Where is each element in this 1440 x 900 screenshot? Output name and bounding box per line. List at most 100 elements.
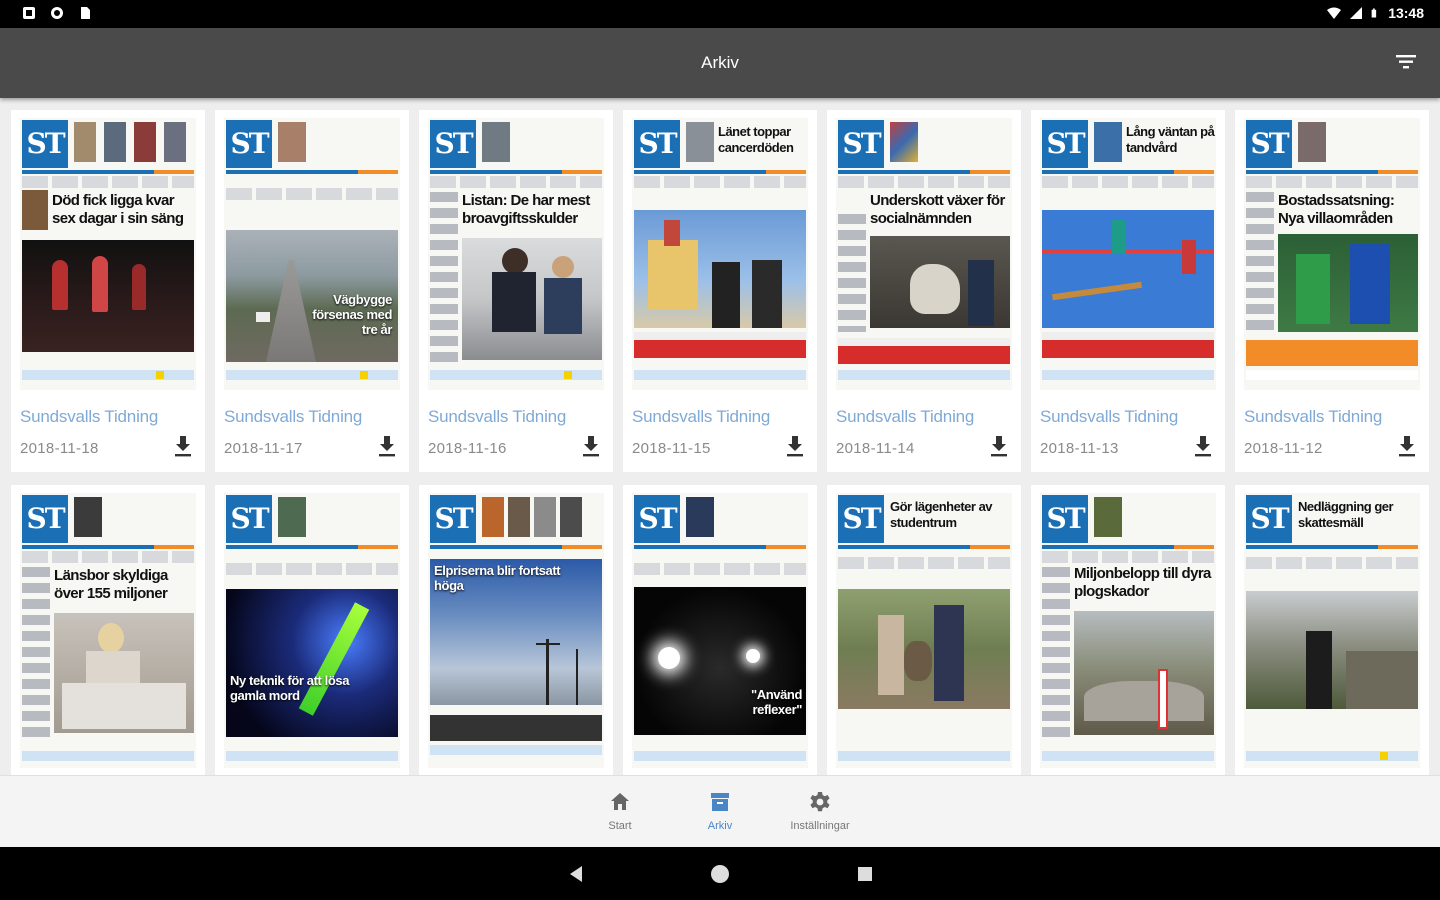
teaser-image	[74, 497, 102, 537]
issue-card[interactable]: ST Död fick ligga kvar sex dagar i sin s…	[11, 110, 205, 472]
teaser-image	[508, 497, 530, 537]
issue-cover[interactable]: ST Nedläggning ger skattesmäll	[1244, 493, 1420, 768]
teaser-image	[686, 497, 714, 537]
publication-name: Sundsvalls Tidning	[20, 407, 159, 426]
photo: Ny teknik för att lösa gamla mord	[226, 589, 398, 737]
teaser-image	[278, 122, 306, 162]
download-icon[interactable]	[1397, 435, 1417, 457]
download-icon[interactable]	[1193, 435, 1213, 457]
issue-headline: Död fick ligga kvar sex dagar i sin säng	[52, 192, 184, 227]
issue-card[interactable]: ST Ny teknik för att lösa gamla mord	[215, 485, 409, 775]
footer-strip	[226, 751, 398, 761]
download-icon[interactable]	[989, 435, 1009, 457]
issue-cover[interactable]: ST Ny teknik för att lösa gamla mord	[224, 493, 400, 768]
top-teaser: Länet toppar cancerdöden	[718, 124, 794, 155]
issue-cover[interactable]: ST Miljonbelopp till dyra plogskador	[1040, 493, 1216, 768]
issue-cover[interactable]: ST Död fick ligga kvar sex dagar i sin s…	[20, 118, 196, 390]
issue-cover[interactable]: ST Underskott växer för socialnämnden	[836, 118, 1012, 390]
issue-date: 2018-11-15	[632, 440, 711, 457]
ad-banner	[838, 338, 1010, 364]
nav-arkiv[interactable]: Arkiv	[670, 790, 770, 832]
issue-card[interactable]: ST Lång väntan på tandvård Sundsvalls Ti…	[1031, 110, 1225, 472]
puff-row	[1042, 176, 1214, 188]
issue-card[interactable]: ST "Använd reflexer"	[623, 485, 817, 775]
sd-card-icon	[81, 7, 90, 19]
issue-date: 2018-11-16	[428, 440, 507, 457]
download-icon[interactable]	[785, 435, 805, 457]
issue-cover[interactable]: ST Länet toppar cancerdöden	[632, 118, 808, 390]
issue-card[interactable]: ST Nedläggning ger skattesmäll	[1235, 485, 1429, 775]
issue-cover[interactable]: ST "Använd reflexer"	[632, 493, 808, 768]
masthead-rule	[634, 170, 806, 174]
teaser-image	[534, 497, 556, 537]
issue-card[interactable]: ST Vägbygge försenas med tre år Sundsval…	[215, 110, 409, 472]
side-column	[430, 192, 458, 362]
photo	[54, 613, 194, 733]
download-icon[interactable]	[173, 435, 193, 457]
teaser-image	[164, 122, 186, 162]
issue-card[interactable]: ST Miljonbelopp till dyra plogskador	[1031, 485, 1225, 775]
teaser-image	[104, 122, 126, 162]
photo	[1246, 591, 1418, 709]
issue-cover[interactable]: ST Listan: De har mest broavgiftsskulder	[428, 118, 604, 390]
nav-start[interactable]: Start	[570, 790, 670, 832]
download-icon[interactable]	[581, 435, 601, 457]
issue-card[interactable]: ST Listan: De har mest broavgiftsskulder…	[419, 110, 613, 472]
issue-card[interactable]: ST Länet toppar cancerdöden Sundsvalls T…	[623, 110, 817, 472]
issue-cover[interactable]: ST Lång väntan på tandvård	[1040, 118, 1216, 390]
photo	[462, 238, 602, 360]
recents-icon[interactable]	[853, 862, 877, 886]
masthead-logo: ST	[22, 120, 68, 168]
issue-cover[interactable]: ST Vägbygge försenas med tre år	[224, 118, 400, 390]
footer-strip	[1042, 370, 1214, 380]
footer-strip	[430, 745, 602, 755]
back-icon[interactable]	[564, 862, 588, 886]
photo-caption: Elpriserna blir fortsatt höga	[434, 563, 561, 593]
footer-strip	[838, 370, 1010, 380]
masthead-logo: ST	[1042, 120, 1088, 168]
issue-date: 2018-11-13	[1040, 440, 1119, 457]
archive-grid: ST Död fick ligga kvar sex dagar i sin s…	[11, 110, 1431, 775]
masthead-rule	[22, 545, 194, 549]
puff-row	[634, 563, 806, 575]
home-button-icon[interactable]	[708, 862, 732, 886]
photo: "Använd reflexer"	[634, 587, 806, 735]
publication-name: Sundsvalls Tidning	[428, 407, 567, 426]
issue-card[interactable]: ST Länsbor skyldiga över 155 miljoner	[11, 485, 205, 775]
photo	[870, 236, 1010, 328]
side-column	[1246, 192, 1274, 332]
issue-cover[interactable]: ST Länsbor skyldiga över 155 miljoner	[20, 493, 196, 768]
masthead-rule	[1246, 545, 1418, 549]
top-teaser: Nedläggning ger skattesmäll	[1298, 499, 1394, 530]
issue-card[interactable]: ST Gör lägenheter av studentrum	[827, 485, 1021, 775]
issue-cover[interactable]: ST Elpriserna blir fortsatt höga	[428, 493, 604, 768]
puff-row	[838, 176, 1010, 188]
issue-cover[interactable]: ST Gör lägenheter av studentrum	[836, 493, 1012, 768]
masthead-logo: ST	[430, 120, 476, 168]
puff-row	[22, 551, 194, 563]
masthead-rule	[634, 545, 806, 549]
puff-row	[1246, 176, 1418, 188]
issue-headline: Underskott växer för socialnämnden	[870, 192, 1005, 227]
system-navigation-bar	[0, 847, 1440, 900]
footer-strip	[226, 370, 398, 380]
masthead-logo: ST	[634, 120, 680, 168]
top-teaser: Lång väntan på tandvård	[1126, 124, 1215, 155]
status-time: 13:48	[1388, 5, 1424, 21]
nav-settings[interactable]: Inställningar	[770, 790, 870, 832]
teaser-image	[482, 122, 510, 162]
puff-row	[1042, 551, 1214, 563]
issue-cover[interactable]: ST Bostadssatsning: Nya villaområden	[1244, 118, 1420, 390]
masthead-logo: ST	[1042, 495, 1088, 543]
masthead-logo: ST	[1246, 495, 1292, 543]
masthead-logo: ST	[838, 495, 884, 543]
issue-card[interactable]: ST Underskott växer för socialnämnden Su…	[827, 110, 1021, 472]
puff-row	[634, 176, 806, 188]
issue-card[interactable]: ST Elpriserna blir fortsatt höga	[419, 485, 613, 775]
issue-card[interactable]: ST Bostadssatsning: Nya villaområden Sun…	[1235, 110, 1429, 472]
photo: Elpriserna blir fortsatt höga	[430, 559, 602, 705]
download-icon[interactable]	[377, 435, 397, 457]
side-column	[1042, 567, 1070, 737]
teaser-image	[1094, 497, 1122, 537]
filter-icon[interactable]	[1394, 50, 1418, 74]
